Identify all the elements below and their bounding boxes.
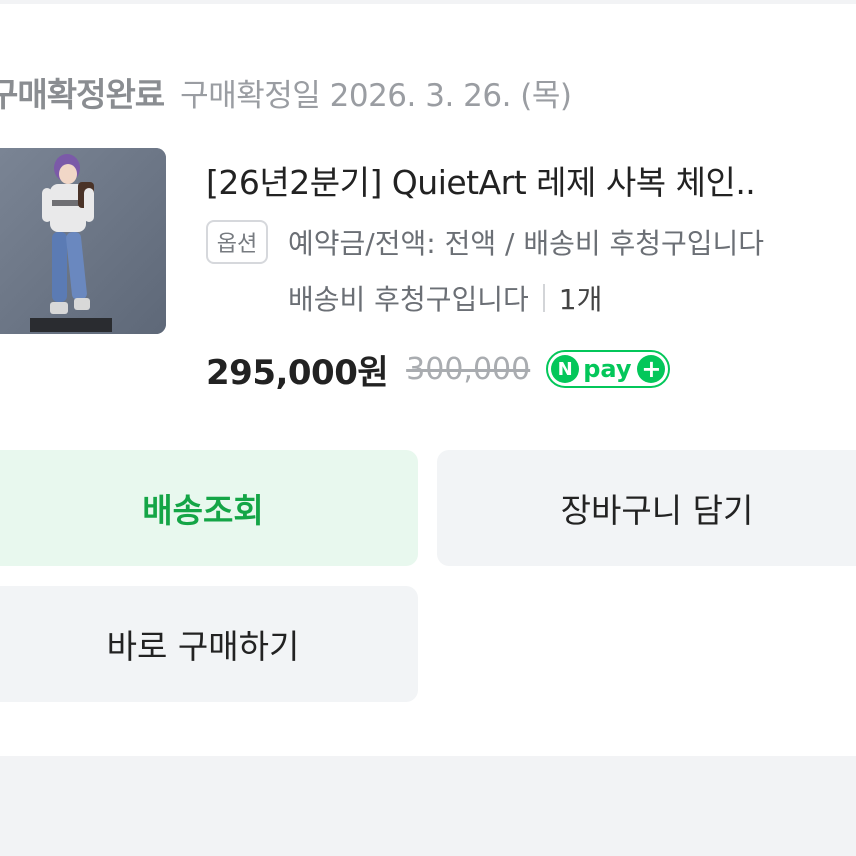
original-price: 300,000 bbox=[406, 351, 531, 387]
figure-image bbox=[0, 148, 166, 334]
option-badge: 옵션 bbox=[206, 220, 268, 264]
sale-price: 295,000원 bbox=[206, 352, 389, 393]
option-text: 예약금/전액: 전액 / 배송비 후청구입니다 bbox=[288, 227, 765, 260]
section-divider bbox=[0, 756, 856, 856]
order-status-row: 구매확정완료 구매확정일 2026. 3. 26. (목) bbox=[0, 64, 572, 120]
plus-icon: + bbox=[637, 355, 666, 383]
naver-n-icon: N bbox=[551, 355, 580, 383]
product-thumbnail[interactable] bbox=[0, 148, 166, 334]
price-row: 295,000원 300,000 N pay + bbox=[206, 344, 671, 394]
option-divider bbox=[542, 284, 545, 312]
track-delivery-button[interactable]: 배송조회 bbox=[0, 450, 418, 566]
option-text-line2: 배송비 후청구입니다 1개 bbox=[288, 278, 602, 318]
npay-plus-badge: N pay + bbox=[546, 350, 671, 388]
product-title[interactable]: [26년2분기] QuietArt 레제 사복 체인.. bbox=[206, 156, 756, 204]
add-to-cart-button[interactable]: 장바구니 담기 bbox=[437, 450, 856, 566]
top-divider bbox=[0, 0, 856, 4]
purchase-confirm-date: 구매확정일 2026. 3. 26. (목) bbox=[180, 77, 572, 114]
option-shipping-note: 배송비 후청구입니다 bbox=[288, 283, 529, 316]
buy-now-button[interactable]: 바로 구매하기 bbox=[0, 586, 418, 702]
order-status: 구매확정완료 bbox=[0, 75, 165, 114]
quantity: 1개 bbox=[558, 283, 603, 316]
npay-label: pay bbox=[583, 355, 632, 383]
